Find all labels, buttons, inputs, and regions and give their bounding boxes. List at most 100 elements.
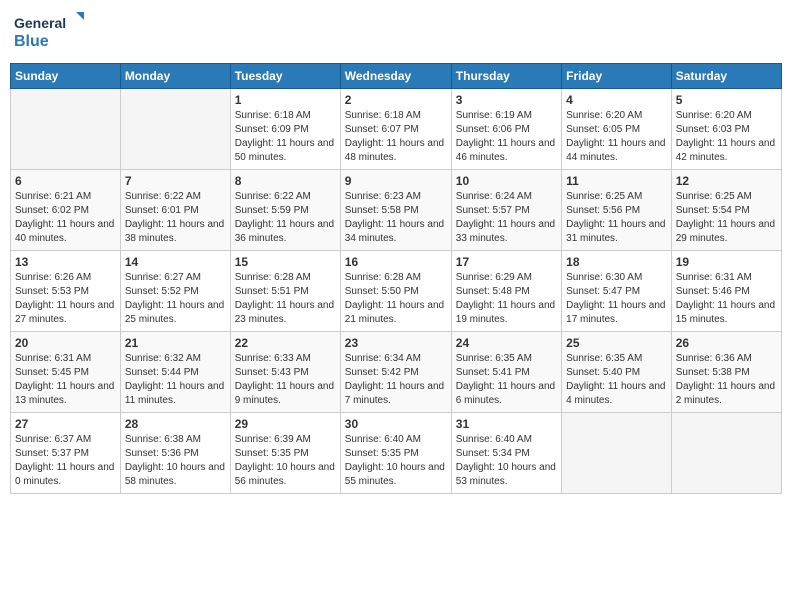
- day-info: Sunrise: 6:20 AM Sunset: 6:05 PM Dayligh…: [566, 109, 667, 165]
- calendar-table: SundayMondayTuesdayWednesdayThursdayFrid…: [10, 63, 782, 494]
- day-number: 9: [345, 174, 447, 188]
- day-info: Sunrise: 6:28 AM Sunset: 5:51 PM Dayligh…: [235, 271, 336, 327]
- weekday-header: Friday: [562, 64, 672, 89]
- weekday-header: Tuesday: [230, 64, 340, 89]
- day-number: 19: [676, 255, 777, 269]
- weekday-header: Wednesday: [340, 64, 451, 89]
- calendar-cell: 30 Sunrise: 6:40 AM Sunset: 5:35 PM Dayli…: [340, 413, 451, 494]
- day-number: 17: [456, 255, 557, 269]
- day-info: Sunrise: 6:40 AM Sunset: 5:34 PM Dayligh…: [456, 433, 557, 489]
- calendar-cell: 23 Sunrise: 6:34 AM Sunset: 5:42 PM Dayli…: [340, 332, 451, 413]
- calendar-cell: 3 Sunrise: 6:19 AM Sunset: 6:06 PM Daylig…: [451, 89, 561, 170]
- day-info: Sunrise: 6:36 AM Sunset: 5:38 PM Dayligh…: [676, 352, 777, 408]
- calendar-cell: 25 Sunrise: 6:35 AM Sunset: 5:40 PM Dayli…: [562, 332, 672, 413]
- calendar-cell: [120, 89, 230, 170]
- calendar-cell: 26 Sunrise: 6:36 AM Sunset: 5:38 PM Dayli…: [671, 332, 781, 413]
- calendar-cell: 14Sunrise: 6:27 AM Sunset: 5:52 PM Dayli…: [120, 251, 230, 332]
- weekday-header: Thursday: [451, 64, 561, 89]
- day-number: 23: [345, 336, 447, 350]
- calendar-cell: 31 Sunrise: 6:40 AM Sunset: 5:34 PM Dayli…: [451, 413, 561, 494]
- day-number: 10: [456, 174, 557, 188]
- day-number: 20: [15, 336, 116, 350]
- day-info: Sunrise: 6:19 AM Sunset: 6:06 PM Dayligh…: [456, 109, 557, 165]
- calendar-cell: 10 Sunrise: 6:24 AM Sunset: 5:57 PM Dayli…: [451, 170, 561, 251]
- day-info: Sunrise: 6:18 AM Sunset: 6:07 PM Dayligh…: [345, 109, 447, 165]
- weekday-row: SundayMondayTuesdayWednesdayThursdayFrid…: [11, 64, 782, 89]
- calendar-cell: 15 Sunrise: 6:28 AM Sunset: 5:51 PM Dayli…: [230, 251, 340, 332]
- day-number: 30: [345, 417, 447, 431]
- calendar-week-row: 27Sunrise: 6:37 AM Sunset: 5:37 PM Dayli…: [11, 413, 782, 494]
- day-info: Sunrise: 6:35 AM Sunset: 5:40 PM Dayligh…: [566, 352, 667, 408]
- day-number: 29: [235, 417, 336, 431]
- calendar-cell: [562, 413, 672, 494]
- day-info: Sunrise: 6:21 AM Sunset: 6:02 PM Dayligh…: [15, 190, 116, 246]
- calendar-cell: 9 Sunrise: 6:23 AM Sunset: 5:58 PM Daylig…: [340, 170, 451, 251]
- day-number: 7: [125, 174, 226, 188]
- day-number: 8: [235, 174, 336, 188]
- day-number: 22: [235, 336, 336, 350]
- day-info: Sunrise: 6:28 AM Sunset: 5:50 PM Dayligh…: [345, 271, 447, 327]
- calendar-header: SundayMondayTuesdayWednesdayThursdayFrid…: [11, 64, 782, 89]
- calendar-cell: 17 Sunrise: 6:29 AM Sunset: 5:48 PM Dayli…: [451, 251, 561, 332]
- day-info: Sunrise: 6:23 AM Sunset: 5:58 PM Dayligh…: [345, 190, 447, 246]
- day-number: 31: [456, 417, 557, 431]
- calendar-week-row: 6 Sunrise: 6:21 AM Sunset: 6:02 PM Daylig…: [11, 170, 782, 251]
- calendar-cell: 28Sunrise: 6:38 AM Sunset: 5:36 PM Dayli…: [120, 413, 230, 494]
- day-info: Sunrise: 6:40 AM Sunset: 5:35 PM Dayligh…: [345, 433, 447, 489]
- day-info: Sunrise: 6:22 AM Sunset: 6:01 PM Dayligh…: [125, 190, 226, 246]
- calendar-body: 1 Sunrise: 6:18 AM Sunset: 6:09 PM Daylig…: [11, 89, 782, 494]
- day-number: 1: [235, 93, 336, 107]
- day-info: Sunrise: 6:35 AM Sunset: 5:41 PM Dayligh…: [456, 352, 557, 408]
- day-info: Sunrise: 6:29 AM Sunset: 5:48 PM Dayligh…: [456, 271, 557, 327]
- day-info: Sunrise: 6:20 AM Sunset: 6:03 PM Dayligh…: [676, 109, 777, 165]
- logo-svg: General Blue: [14, 10, 84, 55]
- day-info: Sunrise: 6:33 AM Sunset: 5:43 PM Dayligh…: [235, 352, 336, 408]
- calendar-cell: 16Sunrise: 6:28 AM Sunset: 5:50 PM Dayli…: [340, 251, 451, 332]
- calendar-cell: 11Sunrise: 6:25 AM Sunset: 5:56 PM Dayli…: [562, 170, 672, 251]
- day-number: 13: [15, 255, 116, 269]
- calendar-cell: 27Sunrise: 6:37 AM Sunset: 5:37 PM Dayli…: [11, 413, 121, 494]
- calendar-cell: 22 Sunrise: 6:33 AM Sunset: 5:43 PM Dayli…: [230, 332, 340, 413]
- calendar-cell: 6 Sunrise: 6:21 AM Sunset: 6:02 PM Daylig…: [11, 170, 121, 251]
- day-info: Sunrise: 6:25 AM Sunset: 5:56 PM Dayligh…: [566, 190, 667, 246]
- day-number: 24: [456, 336, 557, 350]
- day-info: Sunrise: 6:18 AM Sunset: 6:09 PM Dayligh…: [235, 109, 336, 165]
- day-info: Sunrise: 6:26 AM Sunset: 5:53 PM Dayligh…: [15, 271, 116, 327]
- calendar-cell: 20Sunrise: 6:31 AM Sunset: 5:45 PM Dayli…: [11, 332, 121, 413]
- day-info: Sunrise: 6:25 AM Sunset: 5:54 PM Dayligh…: [676, 190, 777, 246]
- weekday-header: Sunday: [11, 64, 121, 89]
- day-number: 2: [345, 93, 447, 107]
- day-number: 26: [676, 336, 777, 350]
- day-info: Sunrise: 6:39 AM Sunset: 5:35 PM Dayligh…: [235, 433, 336, 489]
- logo: General Blue: [14, 10, 84, 55]
- calendar-cell: 8Sunrise: 6:22 AM Sunset: 5:59 PM Daylig…: [230, 170, 340, 251]
- calendar-cell: 2 Sunrise: 6:18 AM Sunset: 6:07 PM Daylig…: [340, 89, 451, 170]
- calendar-cell: 18 Sunrise: 6:30 AM Sunset: 5:47 PM Dayli…: [562, 251, 672, 332]
- calendar-week-row: 13 Sunrise: 6:26 AM Sunset: 5:53 PM Dayli…: [11, 251, 782, 332]
- day-number: 12: [676, 174, 777, 188]
- day-number: 21: [125, 336, 226, 350]
- calendar-cell: 1 Sunrise: 6:18 AM Sunset: 6:09 PM Daylig…: [230, 89, 340, 170]
- calendar-cell: 4 Sunrise: 6:20 AM Sunset: 6:05 PM Daylig…: [562, 89, 672, 170]
- calendar-week-row: 20Sunrise: 6:31 AM Sunset: 5:45 PM Dayli…: [11, 332, 782, 413]
- calendar-cell: 29 Sunrise: 6:39 AM Sunset: 5:35 PM Dayli…: [230, 413, 340, 494]
- svg-text:Blue: Blue: [14, 33, 49, 50]
- calendar-week-row: 1 Sunrise: 6:18 AM Sunset: 6:09 PM Daylig…: [11, 89, 782, 170]
- weekday-header: Monday: [120, 64, 230, 89]
- calendar-cell: 21Sunrise: 6:32 AM Sunset: 5:44 PM Dayli…: [120, 332, 230, 413]
- svg-text:General: General: [14, 15, 66, 31]
- day-number: 6: [15, 174, 116, 188]
- day-number: 4: [566, 93, 667, 107]
- day-info: Sunrise: 6:24 AM Sunset: 5:57 PM Dayligh…: [456, 190, 557, 246]
- day-info: Sunrise: 6:27 AM Sunset: 5:52 PM Dayligh…: [125, 271, 226, 327]
- day-number: 27: [15, 417, 116, 431]
- day-number: 15: [235, 255, 336, 269]
- day-number: 25: [566, 336, 667, 350]
- day-info: Sunrise: 6:30 AM Sunset: 5:47 PM Dayligh…: [566, 271, 667, 327]
- calendar-cell: 19Sunrise: 6:31 AM Sunset: 5:46 PM Dayli…: [671, 251, 781, 332]
- day-number: 18: [566, 255, 667, 269]
- day-number: 3: [456, 93, 557, 107]
- day-info: Sunrise: 6:34 AM Sunset: 5:42 PM Dayligh…: [345, 352, 447, 408]
- day-number: 5: [676, 93, 777, 107]
- day-info: Sunrise: 6:38 AM Sunset: 5:36 PM Dayligh…: [125, 433, 226, 489]
